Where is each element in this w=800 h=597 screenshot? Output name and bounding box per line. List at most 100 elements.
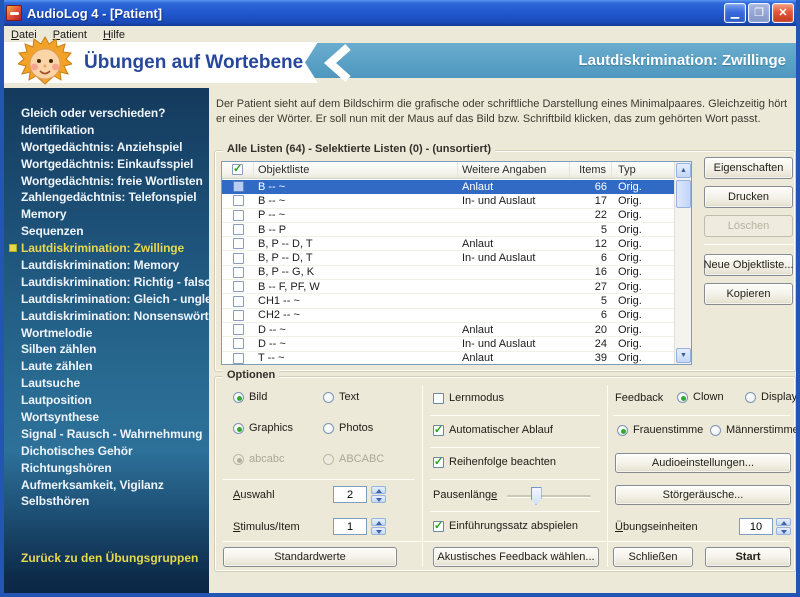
sidebar-item[interactable]: Lautdiskrimination: Zwillinge	[8, 240, 207, 257]
sidebar-item[interactable]: Lautdiskrimination: Gleich - ungleich	[8, 291, 207, 308]
row-checkbox[interactable]	[233, 296, 244, 307]
drucken-button[interactable]: Drucken	[704, 186, 793, 208]
kopieren-button[interactable]: Kopieren	[704, 283, 793, 305]
row-checkbox[interactable]	[233, 281, 244, 292]
sidebar-item[interactable]: Silben zählen	[8, 341, 207, 358]
row-checkbox[interactable]	[233, 353, 244, 364]
col-objektliste[interactable]: Objektliste	[254, 162, 458, 178]
scroll-down-icon[interactable]: ▼	[676, 348, 691, 363]
sidebar-item[interactable]: Lautdiskrimination: Richtig - falsch	[8, 274, 207, 291]
cell-typ: Orig.	[612, 209, 660, 221]
radio-photos[interactable]: Photos	[323, 422, 373, 434]
sidebar-item[interactable]: Richtungshören	[8, 460, 207, 477]
col-items[interactable]: Items	[570, 162, 612, 178]
row-checkbox[interactable]	[233, 267, 244, 278]
minimize-button[interactable]: ▁	[724, 3, 746, 23]
cell-objektliste: B -- P	[254, 224, 458, 236]
table-row[interactable]: P -- ~22Orig.	[222, 209, 674, 223]
table-row[interactable]: B -- P5Orig.	[222, 223, 674, 237]
table-row[interactable]: CH1 -- ~5Orig.	[222, 294, 674, 308]
radio-bild[interactable]: Bild	[233, 391, 267, 403]
maximize-button[interactable]: ❐	[748, 3, 770, 23]
row-checkbox[interactable]	[233, 224, 244, 235]
row-checkbox[interactable]	[233, 310, 244, 321]
stoergeraeusche-button[interactable]: Störgeräusche...	[615, 485, 791, 505]
table-row[interactable]: D -- ~Anlaut20Orig.	[222, 323, 674, 337]
uebungseinheiten-stepper[interactable]	[776, 518, 791, 535]
sidebar-item[interactable]: Identifikation	[8, 122, 207, 139]
sidebar-item[interactable]: Gleich oder verschieden?	[8, 105, 207, 122]
scrollbar-thumb[interactable]	[676, 180, 691, 208]
table-row[interactable]: B, P -- D, TIn- und Auslaut6Orig.	[222, 251, 674, 265]
row-checkbox[interactable]	[233, 324, 244, 335]
start-button[interactable]: Start	[705, 547, 791, 567]
select-all-checkbox[interactable]	[232, 164, 243, 175]
sidebar-item[interactable]: Laute zählen	[8, 358, 207, 375]
neue-objektliste-button[interactable]: Neue Objektliste...	[704, 254, 793, 276]
table-row[interactable]: B, P -- D, TAnlaut12Orig.	[222, 237, 674, 251]
eigenschaften-button[interactable]: Eigenschaften	[704, 157, 793, 179]
row-checkbox[interactable]	[233, 238, 244, 249]
cell-objektliste: CH1 -- ~	[254, 295, 458, 307]
checkbox-automatischer-ablauf[interactable]: Automatischer Ablauf	[433, 424, 553, 436]
radio-graphics[interactable]: Graphics	[233, 422, 293, 434]
audioeinstellungen-button[interactable]: Audioeinstellungen...	[615, 453, 791, 473]
menu-hilfe[interactable]: Hilfe	[96, 28, 132, 42]
sidebar-item[interactable]: Wortgedächtnis: freie Wortlisten	[8, 173, 207, 190]
close-button[interactable]: ✕	[772, 3, 794, 23]
active-item-bullet	[9, 244, 17, 252]
row-checkbox[interactable]	[233, 338, 244, 349]
sidebar-item[interactable]: Signal - Rausch - Wahrnehmung	[8, 426, 207, 443]
sidebar-item[interactable]: Memory	[8, 206, 207, 223]
table-scrollbar[interactable]: ▲ ▼	[674, 162, 691, 364]
back-to-groups-link[interactable]: Zurück zu den Übungsgruppen	[21, 551, 198, 565]
chevron-left-icon	[323, 44, 353, 82]
radio-clown[interactable]: Clown	[677, 391, 724, 403]
col-typ[interactable]: Typ	[612, 162, 660, 178]
row-checkbox[interactable]	[233, 181, 244, 192]
uebungseinheiten-input[interactable]	[739, 518, 773, 535]
row-checkbox[interactable]	[233, 210, 244, 221]
row-checkbox[interactable]	[233, 195, 244, 206]
sidebar-item[interactable]: Wortgedächtnis: Einkaufsspiel	[8, 156, 207, 173]
radio-maennerstimme[interactable]: Männerstimme	[710, 424, 799, 436]
scroll-up-icon[interactable]: ▲	[676, 163, 691, 178]
table-row[interactable]: D -- ~In- und Auslaut24Orig.	[222, 337, 674, 351]
sidebar-item[interactable]: Dichotisches Gehör	[8, 443, 207, 460]
table-row[interactable]: B -- ~In- und Auslaut17Orig.	[222, 194, 674, 208]
sidebar-item[interactable]: Selbsthören	[8, 493, 207, 510]
radio-frauenstimme[interactable]: Frauenstimme	[617, 424, 703, 436]
auswahl-stepper[interactable]	[371, 486, 386, 503]
table-row[interactable]: CH2 -- ~6Orig.	[222, 309, 674, 323]
akustisches-feedback-button[interactable]: Akustisches Feedback wählen...	[433, 547, 599, 567]
sidebar-item[interactable]: Wortsynthese	[8, 409, 207, 426]
sidebar-item[interactable]: Aufmerksamkeit, Vigilanz	[8, 477, 207, 494]
sidebar-item[interactable]: Lautdiskrimination: Memory	[8, 257, 207, 274]
stimulus-input[interactable]	[333, 518, 367, 535]
stimulus-stepper[interactable]	[371, 518, 386, 535]
table-row[interactable]: B -- F, PF, W27Orig.	[222, 280, 674, 294]
sidebar-item[interactable]: Wortgedächtnis: Anziehspiel	[8, 139, 207, 156]
sidebar-item[interactable]: Wortmelodie	[8, 325, 207, 342]
checkbox-reihenfolge[interactable]: Reihenfolge beachten	[433, 456, 556, 468]
sidebar-item[interactable]: Zahlengedächtnis: Telefonspiel	[8, 189, 207, 206]
sidebar-item[interactable]: Sequenzen	[8, 223, 207, 240]
radio-text[interactable]: Text	[323, 391, 359, 403]
table-row[interactable]: T -- ~Anlaut39Orig.	[222, 352, 674, 364]
standardwerte-button[interactable]: Standardwerte	[223, 547, 397, 567]
pause-slider-thumb[interactable]	[531, 487, 542, 505]
radio-display[interactable]: Display	[745, 391, 797, 403]
sidebar-item[interactable]: Lautdiskrimination: Nonsenswörter	[8, 308, 207, 325]
table-row[interactable]: B, P -- G, K16Orig.	[222, 266, 674, 280]
cell-objektliste: B, P -- G, K	[254, 266, 458, 278]
schliessen-button[interactable]: Schließen	[613, 547, 693, 567]
sidebar-item[interactable]: Lautposition	[8, 392, 207, 409]
pause-slider[interactable]	[507, 495, 591, 498]
checkbox-einfuehrungssatz[interactable]: Einführungssatz abspielen	[433, 520, 578, 532]
auswahl-input[interactable]	[333, 486, 367, 503]
table-row[interactable]: B -- ~Anlaut66Orig.	[222, 180, 674, 194]
checkbox-lernmodus[interactable]: Lernmodus	[433, 392, 504, 404]
sidebar-item[interactable]: Lautsuche	[8, 375, 207, 392]
col-weitere-angaben[interactable]: Weitere Angaben	[458, 162, 570, 178]
row-checkbox[interactable]	[233, 253, 244, 264]
